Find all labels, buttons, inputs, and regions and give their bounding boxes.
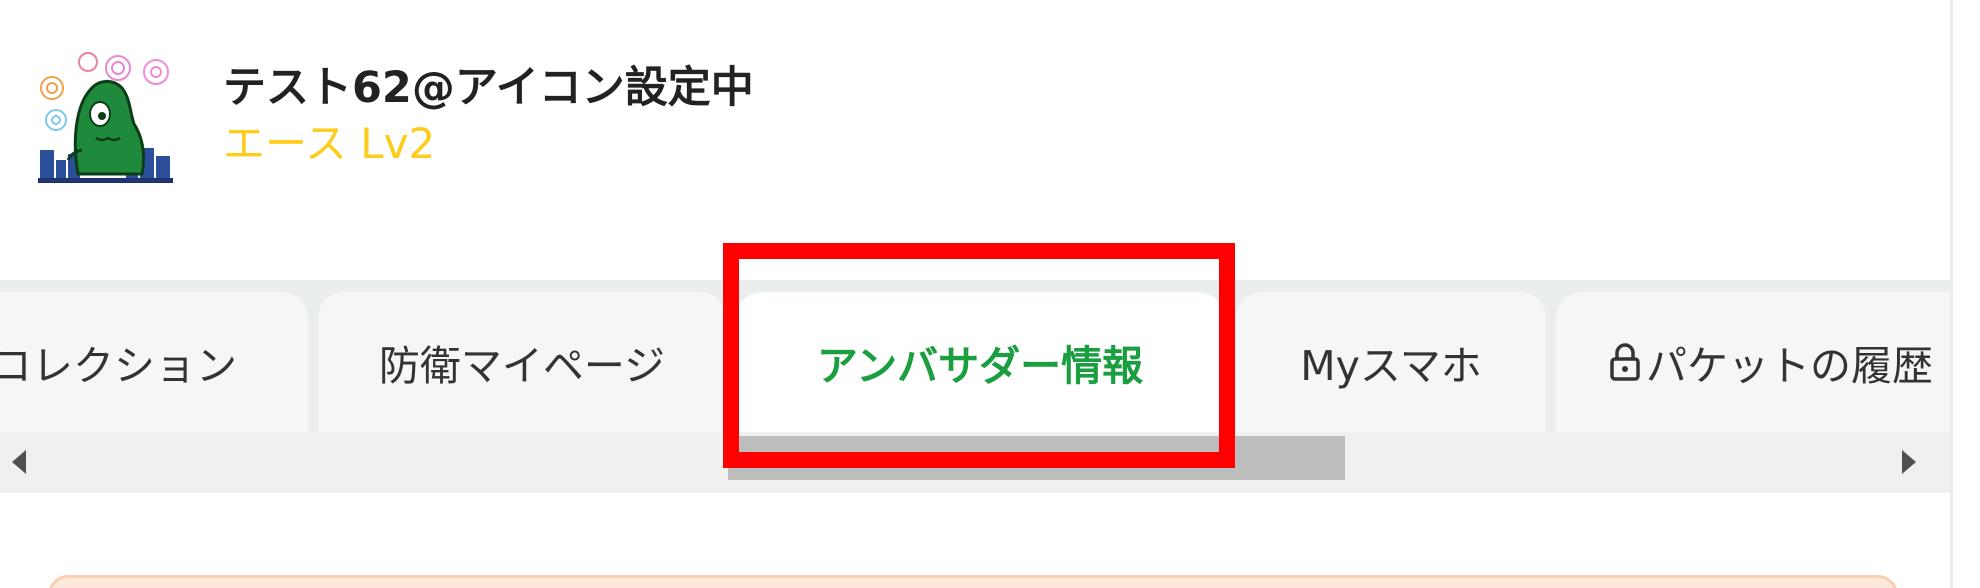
notice-banner	[48, 575, 1898, 588]
avatar[interactable]	[38, 50, 173, 185]
tab-my-smartphone[interactable]: Myスマホ	[1236, 292, 1546, 432]
tab-ambassador-info[interactable]: アンバサダー情報	[736, 292, 1224, 432]
tab-label: 防衛マイページ	[378, 342, 666, 390]
lock-icon	[1610, 343, 1640, 381]
tab-defense-mypage[interactable]: 防衛マイページ	[318, 292, 726, 432]
tab-label: Myスマホ	[1300, 342, 1482, 390]
tab-label: アンバサダー情報	[816, 342, 1144, 390]
page: テスト62@アイコン設定中 エース Lv2 コレクション 防衛マイページ アンバ…	[0, 0, 1950, 588]
tab-label: パケットの履歴	[1646, 342, 1933, 390]
username: テスト62@アイコン設定中	[223, 62, 754, 113]
vertical-scrollbar-track[interactable]	[1950, 0, 1980, 588]
tab-bar: コレクション 防衛マイページ アンバサダー情報 Myスマホ パケットの履歴	[0, 280, 1950, 493]
tab-collection[interactable]: コレクション	[0, 292, 308, 432]
rank-level: エース Lv2	[223, 118, 436, 168]
profile-header: テスト62@アイコン設定中 エース Lv2	[38, 50, 754, 185]
tab-row: コレクション 防衛マイページ アンバサダー情報 Myスマホ パケットの履歴	[0, 292, 1950, 432]
scroll-left-arrow-icon[interactable]	[12, 450, 26, 474]
tab-label: コレクション	[0, 342, 237, 390]
tab-packet-history[interactable]: パケットの履歴	[1556, 292, 1950, 432]
profile-text: テスト62@アイコン設定中 エース Lv2	[223, 60, 754, 170]
green-mascot-fireworks-avatar-icon	[38, 52, 173, 183]
scrollbar-thumb[interactable]	[728, 436, 1345, 480]
scroll-right-arrow-icon[interactable]	[1902, 450, 1916, 474]
horizontal-scrollbar[interactable]	[0, 432, 1950, 493]
